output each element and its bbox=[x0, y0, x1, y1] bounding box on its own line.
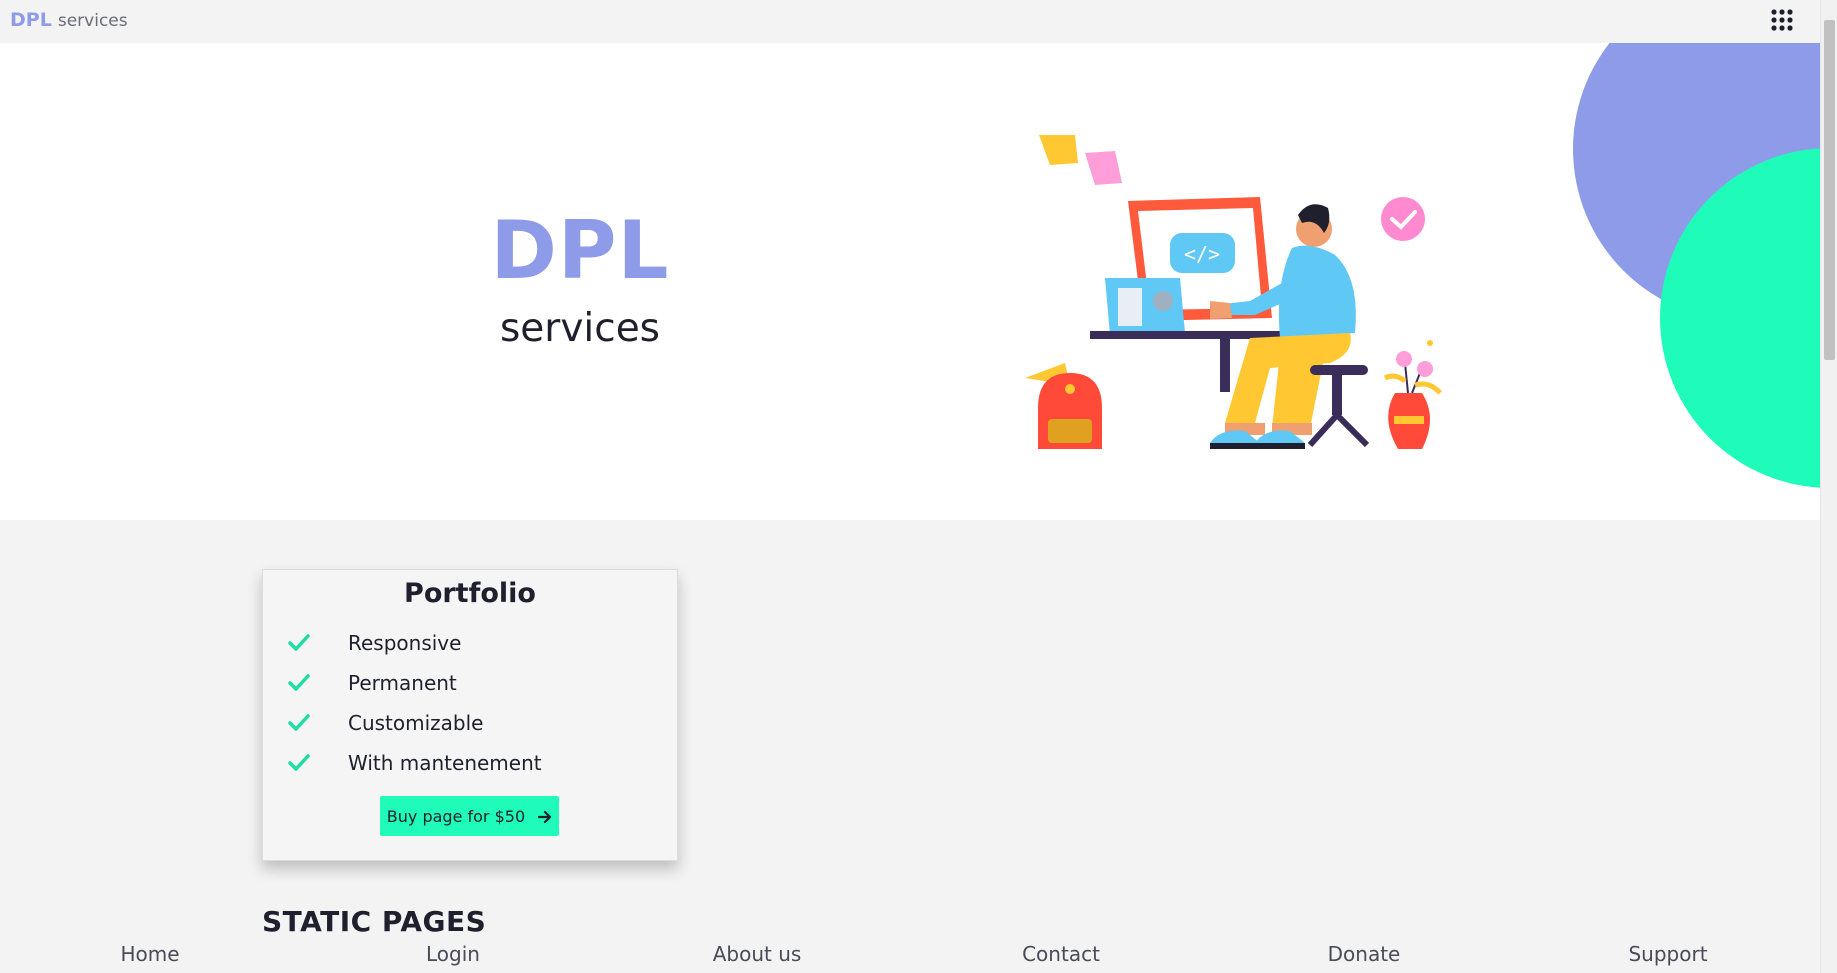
feature-label: With mantenement bbox=[348, 751, 542, 775]
feature-label: Permanent bbox=[348, 671, 457, 695]
apps-grid-icon bbox=[1771, 9, 1793, 31]
brand-name: DPL bbox=[10, 9, 52, 31]
buy-page-button[interactable]: Buy page for $50 bbox=[380, 796, 559, 836]
portfolio-card: Portfolio Responsive Permanent Customiza… bbox=[262, 569, 678, 861]
hero-title: DPL bbox=[490, 204, 670, 297]
decorative-circles bbox=[1573, 43, 1820, 488]
static-pages-heading: STATIC PAGES bbox=[262, 905, 487, 938]
feature-item: With mantenement bbox=[288, 748, 658, 778]
footer-link-about-us[interactable]: About us bbox=[647, 941, 867, 967]
footer-link-donate[interactable]: Donate bbox=[1254, 941, 1474, 967]
portfolio-title: Portfolio bbox=[404, 578, 536, 609]
developer-illustration: </> bbox=[1025, 135, 1442, 449]
brand-tagline: services bbox=[57, 11, 128, 31]
top-navbar: DPL services bbox=[0, 0, 1820, 43]
feature-item: Permanent bbox=[288, 668, 658, 698]
feature-item: Customizable bbox=[288, 708, 658, 738]
feature-label: Customizable bbox=[348, 711, 484, 735]
hero-section: DPL services </> bbox=[0, 43, 1820, 520]
feature-label: Responsive bbox=[348, 631, 462, 655]
check-icon bbox=[288, 674, 310, 691]
footer-link-login[interactable]: Login bbox=[343, 941, 563, 967]
page: DPL services DPL services </> Portfolio … bbox=[0, 0, 1837, 973]
check-icon bbox=[288, 754, 310, 771]
check-icon bbox=[288, 714, 310, 731]
buy-page-label: Buy page for $50 bbox=[386, 806, 526, 826]
scrollbar-thumb[interactable] bbox=[1824, 20, 1835, 360]
footer-link-support[interactable]: Support bbox=[1558, 941, 1778, 967]
feature-item: Responsive bbox=[288, 628, 658, 658]
footer-link-home[interactable]: Home bbox=[40, 941, 260, 967]
hero-subtitle: services bbox=[499, 306, 661, 351]
apps-menu-button[interactable] bbox=[1771, 9, 1793, 31]
brand-logo[interactable]: DPL services bbox=[10, 8, 128, 33]
check-icon bbox=[288, 634, 310, 651]
footer-link-contact[interactable]: Contact bbox=[951, 941, 1171, 967]
svg-text:</>: </> bbox=[1184, 242, 1220, 266]
arrow-right-icon bbox=[538, 810, 552, 823]
vertical-scrollbar[interactable] bbox=[1820, 0, 1837, 973]
